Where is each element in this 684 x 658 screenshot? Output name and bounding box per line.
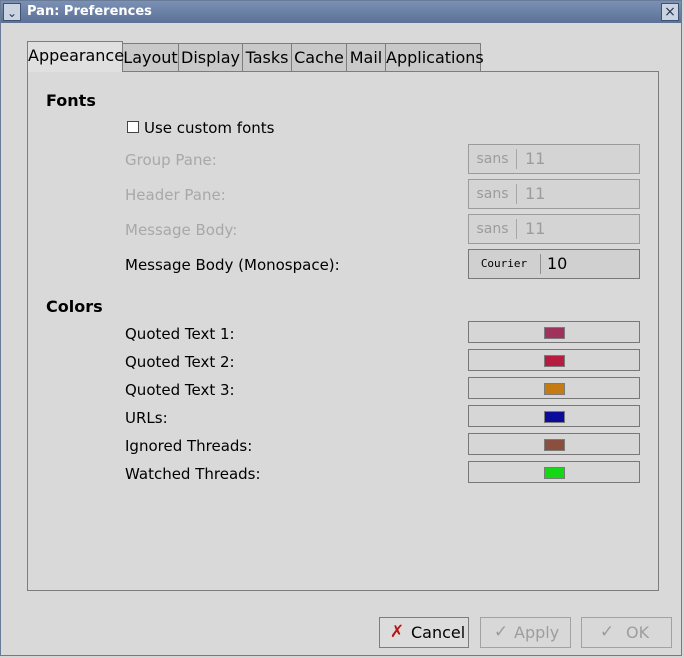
tab-display-label: Display — [181, 48, 240, 67]
urls-color-button[interactable] — [468, 405, 640, 427]
group-pane-font-size: 11 — [525, 149, 546, 168]
watched-threads-color-swatch — [544, 467, 565, 479]
group-pane-font-button[interactable]: sans 11 — [468, 144, 640, 174]
title-bar: ⌄ Pan: Preferences × — [1, 1, 681, 23]
quoted-text-2-color-swatch — [544, 355, 565, 367]
ignored-threads-color-swatch — [544, 439, 565, 451]
message-body-font-button[interactable]: sans 11 — [468, 214, 640, 244]
cancel-button[interactable]: ✗ Cancel — [379, 617, 469, 648]
group-pane-font-separator — [516, 149, 517, 169]
tab-appearance-label: Appearance — [28, 46, 125, 65]
tab-mail[interactable]: Mail — [346, 43, 386, 71]
checkbox-box[interactable] — [127, 121, 139, 133]
appearance-panel: Fonts Use custom fonts Group Pane: sans … — [27, 71, 659, 591]
fonts-section-title: Fonts — [46, 91, 96, 110]
tab-tasks[interactable]: Tasks — [242, 43, 292, 71]
watched-threads-color-button[interactable] — [468, 461, 640, 483]
quoted-text-1-color-swatch — [544, 327, 565, 339]
quoted-text-3-color-button[interactable] — [468, 377, 640, 399]
header-pane-font-separator — [516, 184, 517, 204]
cancel-x-icon: ✗ — [389, 622, 405, 642]
tab-cache-label: Cache — [294, 48, 344, 67]
ignored-threads-label: Ignored Threads: — [125, 437, 253, 455]
message-body-font-name: sans — [476, 221, 509, 237]
header-pane-font-size: 11 — [525, 184, 546, 203]
close-icon[interactable]: × — [661, 3, 679, 21]
chevron-down-icon[interactable]: ⌄ — [3, 3, 21, 21]
quoted-text-2-color-button[interactable] — [468, 349, 640, 371]
ok-button-label: OK — [626, 623, 650, 642]
tab-applications[interactable]: Applications — [385, 43, 484, 71]
tab-mail-label: Mail — [349, 48, 383, 67]
header-pane-font-name: sans — [476, 186, 509, 202]
quoted-text-1-label: Quoted Text 1: — [125, 325, 235, 343]
window-title: Pan: Preferences — [27, 4, 152, 19]
quoted-text-3-color-swatch — [544, 383, 565, 395]
message-body-monospace-font-separator — [540, 254, 541, 274]
group-pane-label: Group Pane: — [125, 151, 217, 169]
urls-label: URLs: — [125, 409, 168, 427]
tab-layout[interactable]: Layout — [122, 43, 179, 71]
message-body-label: Message Body: — [125, 221, 238, 239]
use-custom-fonts-label: Use custom fonts — [144, 119, 275, 137]
ok-button[interactable]: ✓ OK — [581, 617, 672, 648]
message-body-font-separator — [516, 219, 517, 239]
message-body-monospace-font-name: Courier — [480, 257, 528, 270]
message-body-monospace-font-button[interactable]: Courier 10 — [468, 249, 640, 279]
checkmark-icon: ✓ — [599, 622, 615, 642]
group-pane-font-name: sans — [476, 151, 509, 167]
header-pane-label: Header Pane: — [125, 186, 226, 204]
message-body-monospace-font-size: 10 — [547, 254, 568, 273]
message-body-font-size: 11 — [525, 219, 546, 238]
tab-tasks-label: Tasks — [245, 48, 289, 67]
tab-layout-label: Layout — [123, 48, 178, 67]
cancel-button-label: Cancel — [411, 623, 466, 642]
colors-section-title: Colors — [46, 297, 103, 316]
quoted-text-3-label: Quoted Text 3: — [125, 381, 235, 399]
apply-button-label: Apply — [514, 623, 560, 642]
tab-cache[interactable]: Cache — [291, 43, 347, 71]
header-pane-font-button[interactable]: sans 11 — [468, 179, 640, 209]
checkmark-icon: ✓ — [493, 622, 509, 642]
message-body-monospace-label: Message Body (Monospace): — [125, 256, 340, 274]
urls-color-swatch — [544, 411, 565, 423]
quoted-text-2-label: Quoted Text 2: — [125, 353, 235, 371]
preferences-window: ⌄ Pan: Preferences × Appearance Layout D… — [0, 0, 682, 656]
watched-threads-label: Watched Threads: — [125, 465, 261, 483]
apply-button[interactable]: ✓ Apply — [480, 617, 571, 648]
ignored-threads-color-button[interactable] — [468, 433, 640, 455]
tab-display[interactable]: Display — [178, 43, 243, 71]
tab-applications-label: Applications — [386, 48, 484, 67]
quoted-text-1-color-button[interactable] — [468, 321, 640, 343]
tab-appearance[interactable]: Appearance — [27, 41, 125, 72]
